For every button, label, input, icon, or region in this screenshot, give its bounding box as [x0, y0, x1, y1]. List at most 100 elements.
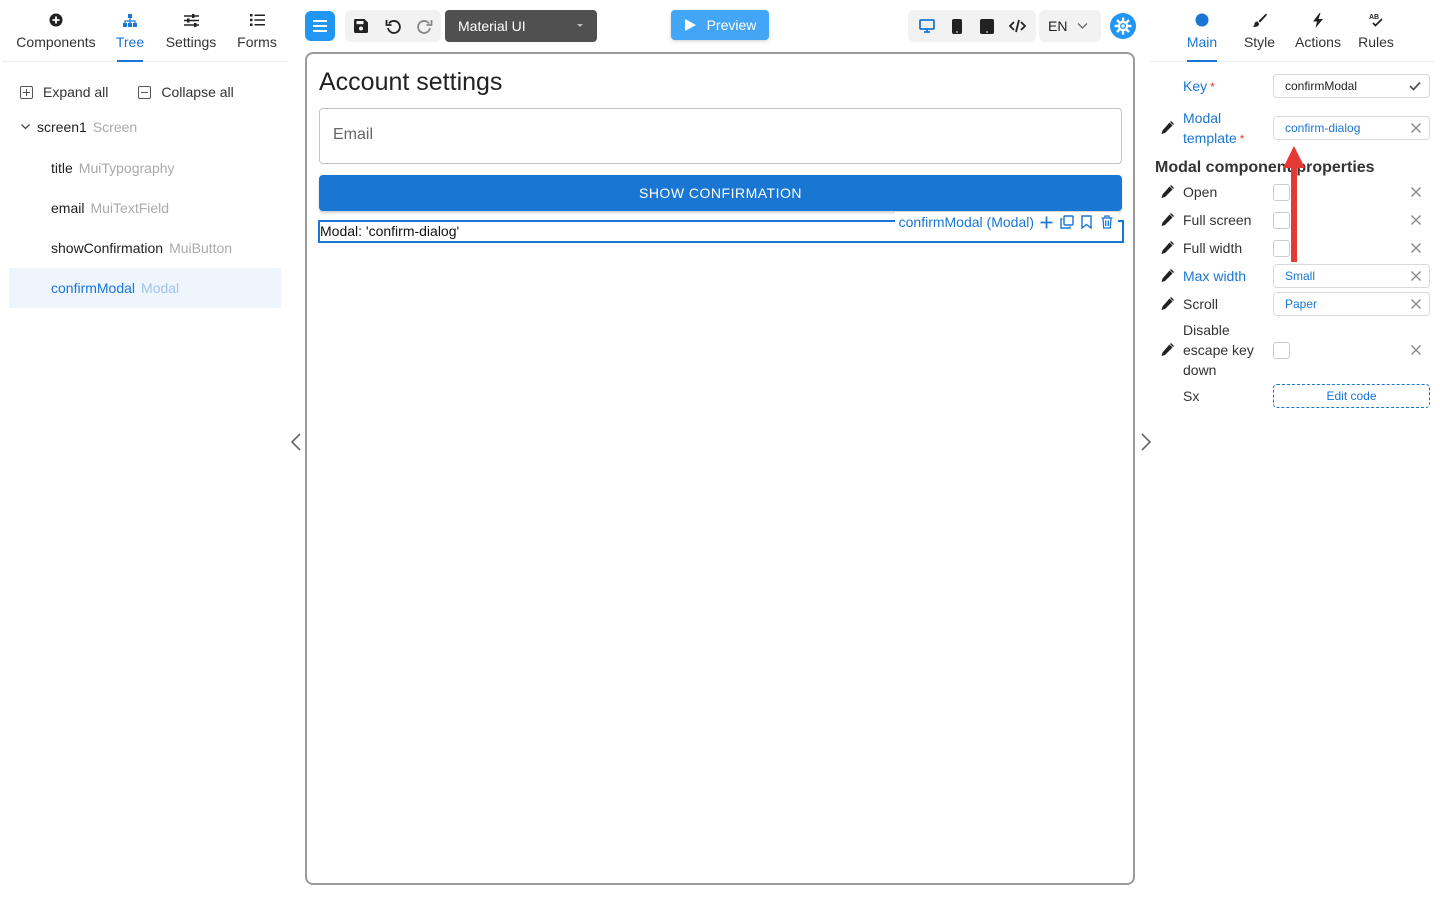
- email-field[interactable]: Email: [319, 108, 1122, 164]
- tree-node-name: showConfirmation: [51, 240, 164, 256]
- clear-icon[interactable]: [1410, 344, 1422, 356]
- max-width-select[interactable]: Small: [1273, 264, 1430, 288]
- modal-placeholder-text: Modal: 'confirm-dialog': [320, 223, 460, 239]
- max-width-value: Small: [1285, 269, 1316, 283]
- open-label: Open: [1183, 184, 1218, 200]
- prop-row-disable-escape: Disable escape key down: [1150, 320, 1440, 380]
- tab-label: Main: [1186, 34, 1218, 50]
- full-screen-label: Full screen: [1183, 212, 1252, 228]
- edit-code-button[interactable]: Edit code: [1273, 384, 1430, 408]
- tree-node-name: screen1: [37, 119, 87, 135]
- device-toolbar: [908, 10, 1036, 42]
- tree-node-showconfirmation[interactable]: showConfirmation MuiButton: [9, 228, 281, 268]
- theme-select[interactable]: Material UI: [445, 10, 597, 42]
- code-icon[interactable]: [1006, 15, 1028, 37]
- tab-label: Forms: [237, 34, 277, 50]
- chevron-left-icon: [290, 433, 301, 451]
- mobile-icon[interactable]: [946, 15, 968, 37]
- tree-node-confirmmodal[interactable]: confirmModal Modal: [9, 268, 281, 308]
- required-asterisk: *: [1239, 132, 1245, 146]
- tab-label: Tree: [115, 34, 145, 50]
- page-title[interactable]: Account settings: [319, 68, 502, 97]
- collapse-all-label: Collapse all: [161, 84, 234, 100]
- modal-template-input[interactable]: confirm-dialog: [1273, 116, 1430, 140]
- pen-icon[interactable]: [1160, 269, 1174, 283]
- chevron-down-icon[interactable]: [20, 119, 31, 135]
- theme-select-value: Material UI: [458, 18, 526, 34]
- tree-actions: Expand all Collapse all: [0, 62, 290, 100]
- desktop-icon[interactable]: [916, 15, 938, 37]
- clear-icon[interactable]: [1410, 122, 1422, 134]
- prop-row-key: Key * confirmModal: [1150, 74, 1440, 100]
- expand-all-button[interactable]: Expand all: [20, 84, 108, 100]
- add-icon[interactable]: [1039, 215, 1054, 230]
- clear-icon[interactable]: [1410, 214, 1422, 226]
- key-label: Key *: [1183, 76, 1215, 97]
- tree-node-name: email: [51, 200, 85, 216]
- modal-placeholder[interactable]: Modal: 'confirm-dialog' confirmModal (Mo…: [318, 212, 1124, 243]
- pen-icon[interactable]: [1160, 185, 1174, 199]
- tree-node-type: Screen: [92, 119, 138, 135]
- menu-icon: [313, 20, 327, 32]
- check-icon[interactable]: [1409, 81, 1421, 91]
- trash-icon[interactable]: [1099, 215, 1114, 230]
- tree-node-name: confirmModal: [51, 280, 136, 296]
- label-line: Disable: [1183, 322, 1230, 338]
- design-canvas: Account settings Email SHOW CONFIRMATION…: [305, 52, 1135, 885]
- key-input[interactable]: confirmModal: [1273, 74, 1430, 98]
- collapse-all-button[interactable]: Collapse all: [138, 84, 234, 100]
- tablet-icon[interactable]: [976, 15, 998, 37]
- pen-icon[interactable]: [1160, 343, 1174, 357]
- redo-icon[interactable]: [414, 15, 436, 37]
- scroll-select[interactable]: Paper: [1273, 292, 1430, 316]
- menu-button[interactable]: [305, 11, 335, 41]
- bookmark-icon[interactable]: [1079, 215, 1094, 230]
- left-tabs: Components Tree Settings Forms: [2, 0, 288, 62]
- disable-escape-checkbox[interactable]: [1273, 342, 1290, 359]
- scroll-value: Paper: [1285, 297, 1318, 311]
- tab-settings[interactable]: Settings: [150, 0, 232, 61]
- settings-gear-button[interactable]: [1110, 13, 1136, 39]
- show-confirmation-button[interactable]: SHOW CONFIRMATION: [319, 175, 1122, 211]
- tree-node-email[interactable]: email MuiTextField: [9, 188, 281, 228]
- required-asterisk: *: [1210, 80, 1215, 94]
- clear-icon[interactable]: [1410, 298, 1422, 310]
- svg-text:AB: AB: [1369, 14, 1379, 21]
- clear-icon[interactable]: [1410, 242, 1422, 254]
- tab-main[interactable]: Main: [1177, 0, 1227, 61]
- preview-button[interactable]: Preview: [671, 10, 769, 40]
- key-input-value: confirmModal: [1285, 79, 1358, 93]
- save-icon[interactable]: [350, 15, 372, 37]
- collapse-square-icon: [138, 85, 152, 99]
- pen-icon[interactable]: [1160, 297, 1174, 311]
- settings-gear-icon: [1114, 17, 1132, 35]
- tab-rules[interactable]: AB Rules: [1350, 0, 1402, 61]
- full-width-label: Full width: [1183, 240, 1243, 256]
- tree-node-screen1[interactable]: screen1 Screen: [0, 114, 290, 140]
- top-toolbar: Material UI Preview EN: [305, 10, 1140, 42]
- prop-row-modal-template: Modal template * confirm-dialog: [1150, 108, 1440, 150]
- section-title: Modal component properties: [1155, 159, 1375, 176]
- tab-actions[interactable]: Actions: [1287, 0, 1349, 61]
- collapse-left-panel-button[interactable]: [289, 432, 305, 452]
- language-value: EN: [1048, 18, 1068, 34]
- undo-icon[interactable]: [382, 15, 404, 37]
- clear-icon[interactable]: [1410, 270, 1422, 282]
- pen-icon[interactable]: [1160, 213, 1174, 227]
- tab-components[interactable]: Components: [2, 0, 110, 61]
- language-select[interactable]: EN: [1039, 10, 1101, 42]
- caret-down-icon: [577, 24, 583, 27]
- tree-node-title[interactable]: title MuiTypography: [9, 148, 281, 188]
- disable-escape-label: Disable escape key down: [1183, 320, 1254, 380]
- selected-component-label: confirmModal (Modal): [894, 212, 1118, 232]
- tab-tree[interactable]: Tree: [110, 0, 150, 61]
- pen-icon[interactable]: [1160, 241, 1174, 255]
- bolt-icon: [1313, 12, 1323, 28]
- label-line: template: [1183, 130, 1237, 146]
- pen-icon[interactable]: [1160, 121, 1174, 135]
- play-icon: [684, 19, 696, 31]
- tab-forms[interactable]: Forms: [232, 0, 282, 61]
- copy-icon[interactable]: [1059, 215, 1074, 230]
- tab-style[interactable]: Style: [1232, 0, 1287, 61]
- clear-icon[interactable]: [1410, 186, 1422, 198]
